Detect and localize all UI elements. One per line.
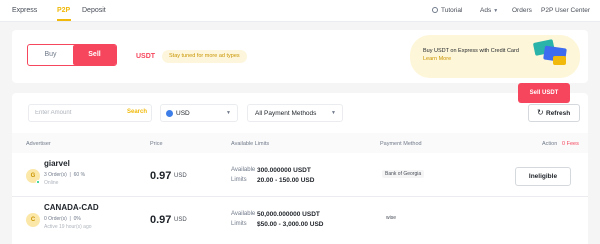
table-row: C CANADA-CAD 0 Order(s) | 0% Active 19 h… <box>12 197 588 241</box>
available-label: Available <box>231 211 256 217</box>
tutorial-link[interactable]: Tutorial <box>432 7 462 14</box>
chevron-down-icon: ▼ <box>493 8 499 14</box>
payment-method-select[interactable]: All Payment Methods ▼ <box>247 104 343 122</box>
coin-icon <box>553 56 566 65</box>
chevron-down-icon: ▼ <box>331 110 336 116</box>
sell-tab[interactable]: Sell <box>73 45 116 65</box>
header-price: Price <box>150 141 163 147</box>
available-value: 300.000000 USDT <box>257 167 311 174</box>
clock-icon <box>432 7 438 13</box>
amount-input[interactable] <box>35 107 113 119</box>
tab-deposit[interactable]: Deposit <box>82 7 106 14</box>
price-currency: USD <box>174 217 187 223</box>
orders-link[interactable]: Orders <box>512 7 532 14</box>
payment-method-tag: wise <box>386 215 397 221</box>
limits-label: Limits <box>231 221 247 227</box>
filter-bar: Search USD ▼ All Payment Methods ▼ ↻ Ref… <box>12 93 588 133</box>
refresh-icon: ↻ <box>537 108 544 117</box>
avatar: C <box>26 213 40 227</box>
buy-tab[interactable]: Buy <box>28 45 73 65</box>
refresh-button[interactable]: ↻ Refresh <box>528 104 580 122</box>
payment-method-tag: Bank of Georgia <box>382 170 425 178</box>
trade-type-panel: Buy Sell USDT Stay tuned for more ad typ… <box>12 30 588 83</box>
advertiser-name[interactable]: giarvel <box>44 159 70 168</box>
promo-text: Buy USDT on Express with Credit Card Lea… <box>423 48 519 62</box>
amount-field: Search <box>28 104 152 122</box>
price-value: 0.97 <box>150 170 172 182</box>
top-nav: Express P2P Deposit Tutorial Ads ▼ Orders… <box>0 0 600 22</box>
search-button[interactable]: Search <box>127 109 147 115</box>
available-label: Available <box>231 167 256 173</box>
usd-flag-icon <box>166 110 173 117</box>
table-row: G giarvel 3 Order(s) | 60 % Online 0.97 … <box>12 153 588 197</box>
sell-usdt-button[interactable]: Sell USDT <box>518 83 570 103</box>
learn-more-link[interactable]: Learn More <box>423 56 451 62</box>
advertiser-stats: 3 Order(s) | 60 % <box>44 172 86 178</box>
ads-table: Advertiser Price Available Limits Paymen… <box>12 133 588 244</box>
buy-sell-toggle: Buy Sell <box>27 44 117 66</box>
currency-select[interactable]: USD ▼ <box>160 104 238 122</box>
limits-value: 20.00 - 150.00 USD <box>257 177 315 184</box>
limits-label: Limits <box>231 177 247 183</box>
tab-express[interactable]: Express <box>12 7 37 14</box>
price-currency: USD <box>174 173 187 179</box>
header-available-limits: Available Limits <box>231 141 270 147</box>
promo-banner[interactable]: Buy USDT on Express with Credit Card Lea… <box>410 35 580 78</box>
table-header: Advertiser Price Available Limits Paymen… <box>12 133 588 153</box>
limits-value: $50.00 - 3,000.00 USD <box>257 221 324 228</box>
coin-selector[interactable]: USDT <box>136 53 155 60</box>
online-indicator <box>36 180 40 184</box>
header-action: Action <box>542 141 558 147</box>
price-value: 0.97 <box>150 214 172 226</box>
available-value: 50,000.000000 USDT <box>257 211 320 218</box>
advertiser-status: Online <box>44 180 59 186</box>
chevron-down-icon: ▼ <box>226 110 231 116</box>
ads-menu[interactable]: Ads ▼ <box>480 7 498 14</box>
advertiser-status: Active 19 hour(s) ago <box>44 224 92 230</box>
ad-types-hint: Stay tuned for more ad types <box>162 50 247 63</box>
tab-p2p[interactable]: P2P <box>57 7 70 14</box>
active-tab-indicator <box>57 19 71 21</box>
header-payment: Payment Method <box>380 141 422 147</box>
advertiser-name[interactable]: CANADA-CAD <box>44 203 99 212</box>
ineligible-button[interactable]: Ineligible <box>515 167 571 186</box>
advertiser-stats: 0 Order(s) | 0% <box>44 216 81 222</box>
user-center-link[interactable]: P2P User Center <box>541 7 590 14</box>
header-advertiser: Advertiser <box>26 141 51 147</box>
zero-fee-badge: 0 Fees <box>562 141 579 147</box>
